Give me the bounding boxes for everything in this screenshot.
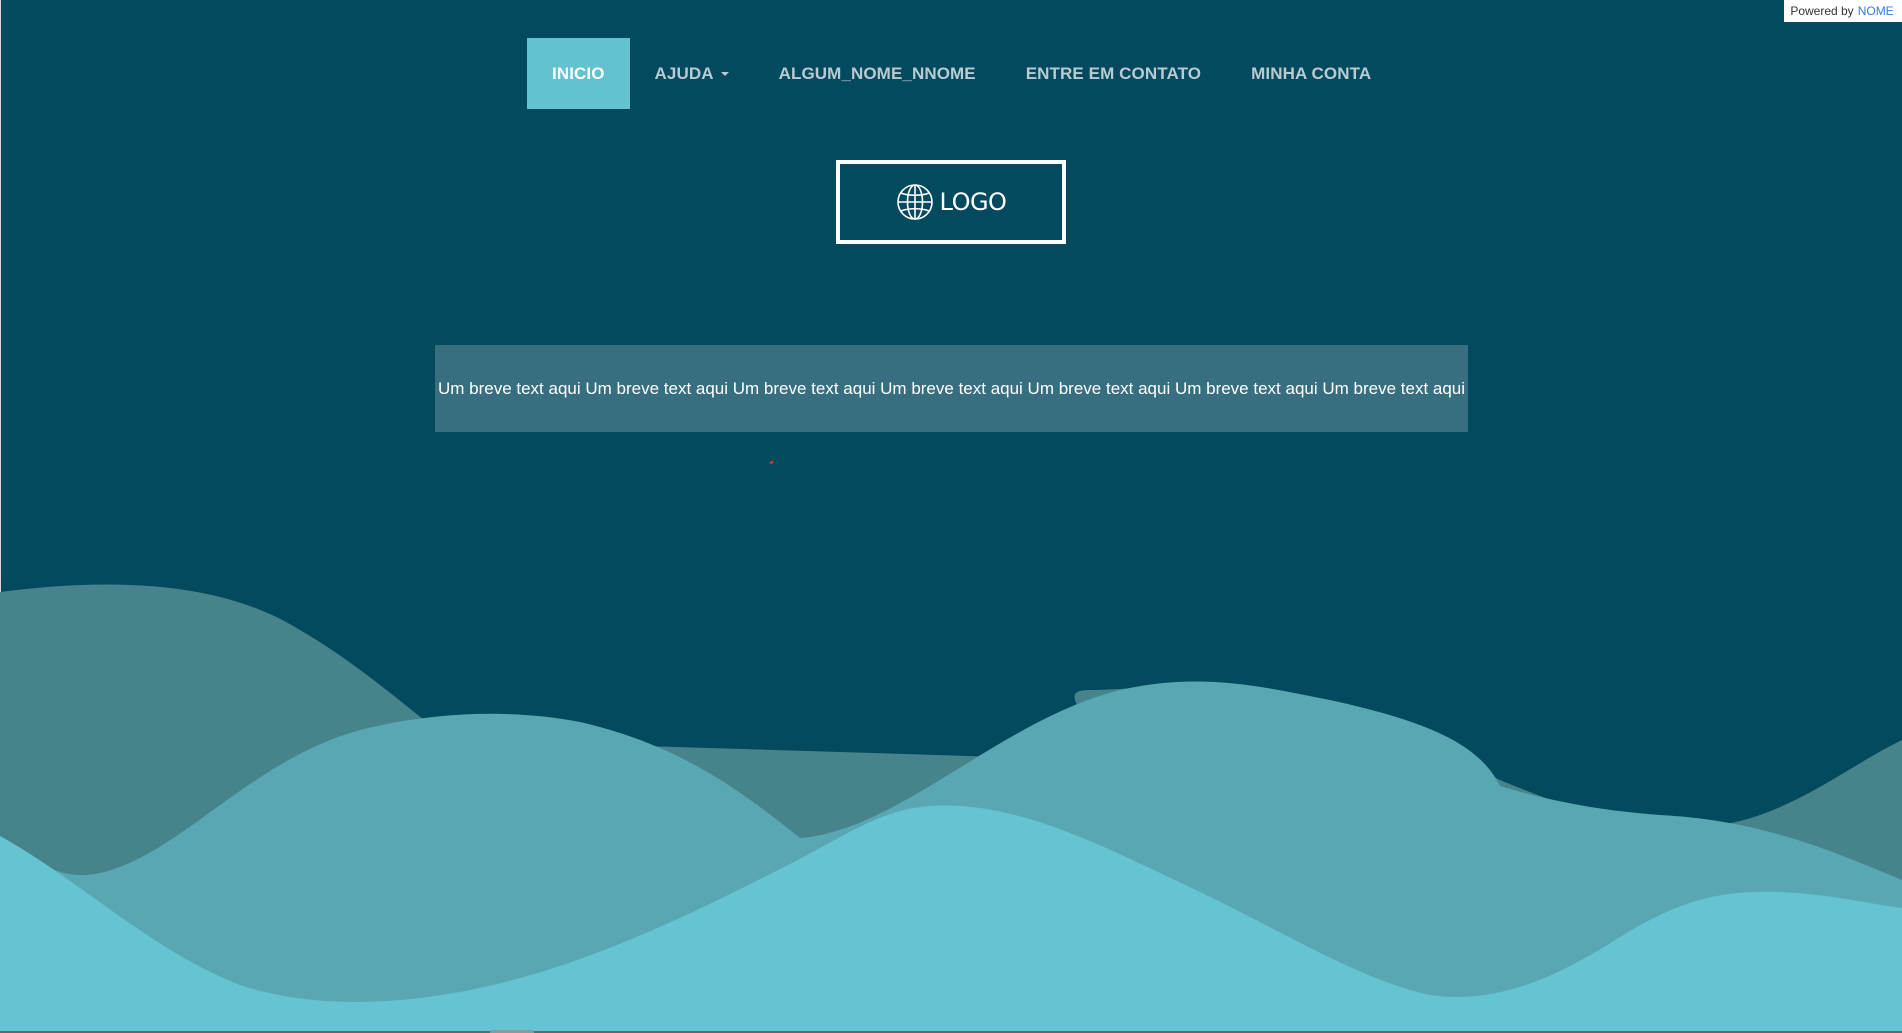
nav-item-label: ENTRE EM CONTATO: [1025, 63, 1202, 83]
nav-item-label: MINHA CONTA: [1251, 63, 1372, 83]
hero-text: Um breve text aqui Um breve text aqui Um…: [437, 378, 1466, 398]
powered-by-badge: Powered by NOME: [1784, 0, 1902, 22]
red-dot-marker: [770, 461, 773, 464]
wave-background: [0, 584, 1902, 1033]
page: Powered by NOME INICIO AJUDA ALGUM_NOME_…: [0, 0, 1902, 1033]
nav-item-minha-conta[interactable]: MINHA CONTA: [1226, 38, 1396, 109]
nav-item-entre-em-contato[interactable]: ENTRE EM CONTATO: [1001, 38, 1226, 109]
powered-by-prefix: Powered by: [1790, 4, 1854, 18]
caret-down-icon: [720, 71, 729, 76]
hero-text-box: Um breve text aqui Um breve text aqui Um…: [435, 345, 1468, 432]
nav-item-label: ALGUM_NOME_NNOME: [778, 63, 976, 83]
nav-item-label: AJUDA: [654, 63, 714, 83]
site-logo[interactable]: LOGO: [836, 160, 1066, 244]
powered-by-link[interactable]: NOME: [1858, 4, 1894, 18]
nav-item-label: INICIO: [552, 63, 605, 83]
logo-text: LOGO: [939, 188, 1007, 216]
globe-icon: [896, 184, 933, 220]
main-navbar: INICIO AJUDA ALGUM_NOME_NNOME ENTRE EM C…: [527, 38, 1396, 109]
nav-item-ajuda[interactable]: AJUDA: [630, 38, 754, 109]
nav-item-algum-nome[interactable]: ALGUM_NOME_NNOME: [754, 38, 1001, 109]
nav-item-inicio[interactable]: INICIO: [527, 38, 630, 109]
